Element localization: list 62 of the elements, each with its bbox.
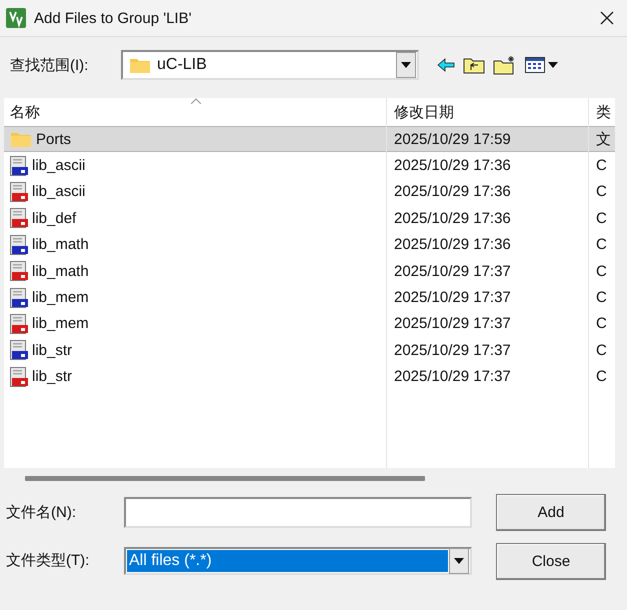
column-header[interactable]: 类: [588, 102, 615, 122]
column-header[interactable]: 名称: [4, 102, 386, 122]
file-icon: [10, 156, 28, 176]
file-name-cell[interactable]: lib_mem: [4, 284, 386, 311]
file-name-cell[interactable]: lib_def: [4, 205, 386, 232]
file-type-label: 文件类型(T):: [6, 551, 90, 570]
column-header[interactable]: 修改日期: [386, 102, 588, 122]
date-cell: 2025/10/29 17:36: [394, 183, 511, 200]
close-button[interactable]: Close: [496, 543, 606, 580]
date-cell: 2025/10/29 17:59: [394, 130, 511, 148]
look-in-dropdown[interactable]: uC-LIB: [121, 50, 419, 80]
file-icon: [10, 314, 28, 334]
file-icon: [10, 261, 28, 282]
file-name-cell[interactable]: lib_ascii: [4, 178, 386, 206]
date-cell: 2025/10/29 17:36: [394, 157, 511, 174]
type-cell: 文: [596, 130, 611, 149]
file-icon: [10, 288, 28, 308]
type-cell: C: [596, 157, 607, 174]
back-arrow-icon[interactable]: [437, 58, 455, 72]
date-cell: 2025/10/29 17:36: [394, 236, 511, 254]
file-name-cell[interactable]: lib_ascii: [4, 152, 386, 179]
file-icon: [10, 208, 28, 228]
up-folder-icon[interactable]: [463, 56, 485, 74]
file-icon: [10, 340, 28, 360]
date-cell: 2025/10/29 17:37: [394, 368, 511, 386]
file-name-cell[interactable]: lib_mem: [4, 310, 386, 338]
file-name-label: 文件名(N):: [6, 503, 77, 522]
date-cell: 2025/10/29 17:36: [394, 210, 511, 227]
caret-icon: [401, 62, 411, 68]
file-name-cell[interactable]: lib_math: [4, 258, 386, 284]
add-button[interactable]: Add: [496, 494, 606, 531]
type-cell: C: [596, 289, 607, 306]
file-icon: [10, 366, 28, 387]
type-cell: C: [596, 368, 607, 386]
file-name-cell[interactable]: Ports: [4, 126, 386, 152]
caret-icon: [454, 558, 464, 564]
file-type-dropdown[interactable]: All files (*.*): [124, 546, 472, 574]
file-name-field[interactable]: [124, 497, 472, 528]
date-cell: 2025/10/29 17:37: [394, 315, 511, 332]
window-title: Add Files to Group 'LIB': [34, 10, 192, 26]
app-icon: [6, 8, 26, 28]
date-cell: 2025/10/29 17:37: [394, 289, 511, 306]
folder-icon: [129, 56, 151, 74]
type-cell: C: [596, 183, 607, 200]
type-cell: C: [596, 262, 607, 280]
file-name-cell[interactable]: lib_math: [4, 232, 386, 258]
date-cell: 2025/10/29 17:37: [394, 262, 511, 280]
type-cell: C: [596, 342, 607, 359]
date-cell: 2025/10/29 17:37: [394, 342, 511, 359]
look-in-label: 查找范围(I):: [10, 56, 90, 74]
file-icon: [10, 234, 28, 255]
new-folder-icon[interactable]: [493, 55, 517, 75]
file-icon: [10, 182, 28, 202]
sort-caret-icon: [191, 98, 201, 104]
file-name-cell[interactable]: lib_str: [4, 337, 386, 364]
type-cell: C: [596, 315, 607, 332]
type-cell: C: [596, 236, 607, 254]
view-menu-icon[interactable]: [525, 57, 559, 73]
close-icon: [600, 11, 614, 25]
folder-icon: [10, 130, 32, 148]
type-cell: C: [596, 210, 607, 227]
file-name-cell[interactable]: lib_str: [4, 364, 386, 390]
